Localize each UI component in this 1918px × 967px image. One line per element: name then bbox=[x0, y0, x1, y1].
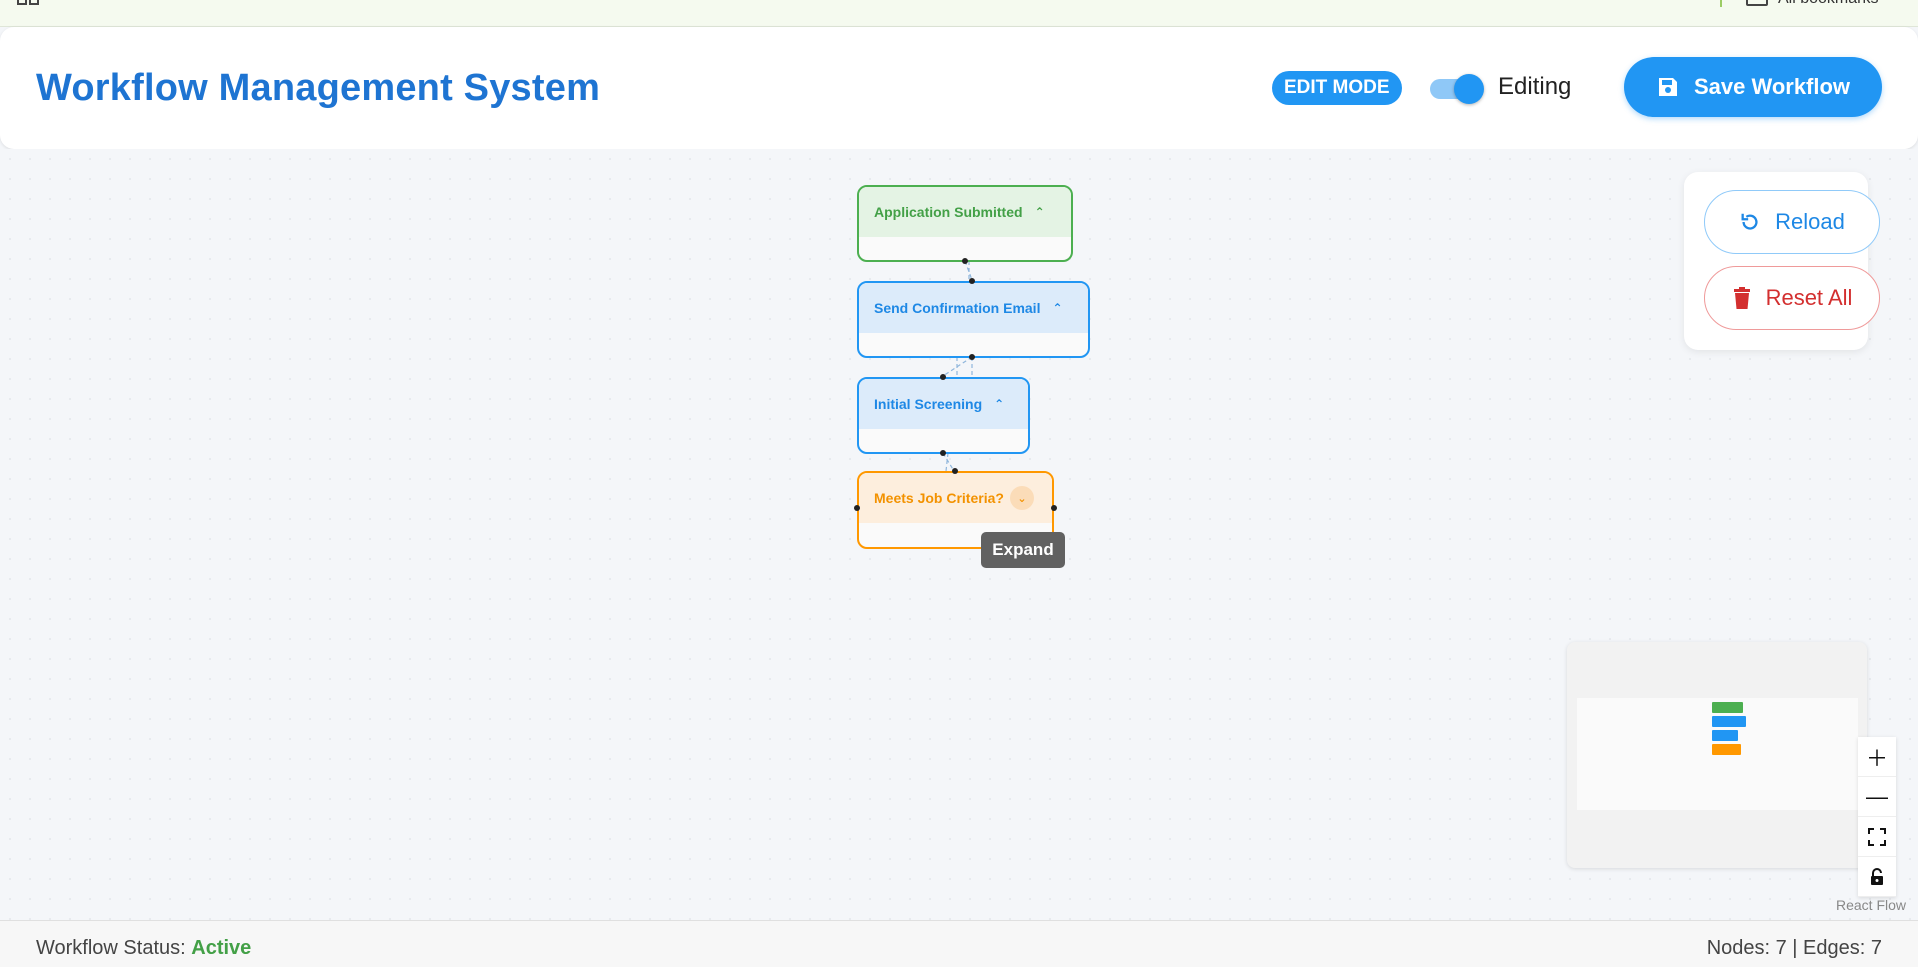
edge bbox=[945, 452, 949, 472]
reload-label: Reload bbox=[1775, 209, 1845, 234]
reset-all-button[interactable]: Reset All bbox=[1704, 266, 1880, 330]
reload-button[interactable]: Reload bbox=[1704, 190, 1880, 254]
minimap-node bbox=[1712, 744, 1741, 755]
workflow-node-application-submitted[interactable]: Application Submitted ⌃ bbox=[857, 185, 1073, 262]
node-handle[interactable] bbox=[962, 258, 968, 264]
expand-tooltip: Expand bbox=[981, 532, 1065, 568]
page-title: Workflow Management System bbox=[36, 67, 601, 109]
toggle-thumb bbox=[1454, 74, 1484, 104]
node-label: Application Submitted bbox=[874, 204, 1023, 220]
plus-icon[interactable]: ＋ bbox=[1858, 737, 1896, 777]
workflow-status: Workflow Status: Active bbox=[36, 937, 251, 960]
collapse-chevron-icon[interactable]: ⌃ bbox=[994, 397, 1004, 411]
node-header: Application Submitted ⌃ bbox=[859, 187, 1071, 237]
collapse-chevron-icon[interactable]: ⌃ bbox=[1052, 301, 1062, 315]
edit-mode-badge: EDIT MODE bbox=[1272, 71, 1402, 105]
node-handle[interactable] bbox=[854, 505, 860, 511]
react-flow-attribution[interactable]: React Flow bbox=[1836, 897, 1906, 913]
workflow-node-send-confirmation-email[interactable]: Send Confirmation Email ⌃ bbox=[857, 281, 1090, 358]
reset-all-label: Reset All bbox=[1765, 285, 1853, 310]
save-icon bbox=[1658, 78, 1677, 96]
save-label: Save Workflow bbox=[1693, 74, 1851, 99]
minimap-node bbox=[1712, 730, 1738, 741]
node-handle[interactable] bbox=[952, 468, 958, 474]
status-bar: Workflow Status: Active Nodes: 7 | Edges… bbox=[0, 920, 1918, 967]
node-handle[interactable] bbox=[1051, 505, 1057, 511]
node-label: Send Confirmation Email bbox=[874, 300, 1041, 316]
node-handle[interactable] bbox=[940, 374, 946, 380]
node-handle[interactable] bbox=[969, 354, 975, 360]
node-handle[interactable] bbox=[940, 450, 946, 456]
edit-mode-toggle[interactable] bbox=[1430, 73, 1486, 104]
node-label: Meets Job Criteria? bbox=[874, 490, 1004, 506]
node-header: Send Confirmation Email ⌃ bbox=[859, 283, 1088, 333]
lock-icon[interactable] bbox=[1858, 857, 1896, 897]
minimap-node bbox=[1712, 702, 1743, 713]
fit-view-icon[interactable] bbox=[1858, 817, 1896, 857]
workflow-stats: Nodes: 7 | Edges: 7 bbox=[1706, 937, 1882, 959]
bookmarks-bar: All bookmarks bbox=[0, 0, 1918, 27]
flow-minimap[interactable] bbox=[1567, 642, 1867, 868]
toggle-label: Editing bbox=[1498, 73, 1572, 100]
flow-canvas[interactable]: Application Submitted ⌃ Send Confirmatio… bbox=[0, 149, 1918, 920]
node-label: Initial Screening bbox=[874, 396, 983, 412]
node-handle[interactable] bbox=[969, 278, 975, 284]
expand-chevron-icon[interactable]: ⌄ bbox=[1009, 486, 1034, 510]
status-label: Workflow Status: bbox=[36, 937, 186, 959]
folder-icon bbox=[1746, 0, 1768, 6]
minus-icon[interactable]: — bbox=[1858, 777, 1896, 817]
action-panel: Reload Reset All bbox=[1684, 172, 1880, 350]
minimap-node bbox=[1712, 716, 1746, 727]
all-bookmarks-button[interactable]: All bookmarks bbox=[1746, 0, 1878, 8]
workflow-node-initial-screening[interactable]: Initial Screening ⌃ bbox=[857, 377, 1030, 454]
save-workflow-button[interactable]: Save Workflow bbox=[1624, 57, 1882, 117]
minimap-viewport bbox=[1577, 698, 1858, 810]
app-header: Workflow Management System EDIT MODE Edi… bbox=[0, 27, 1918, 149]
node-header: Initial Screening ⌃ bbox=[859, 379, 1028, 429]
flow-controls: ＋ — bbox=[1858, 737, 1896, 897]
all-bookmarks-label: All bookmarks bbox=[1778, 0, 1878, 8]
status-value: Active bbox=[191, 937, 252, 959]
trash-icon bbox=[1733, 287, 1750, 309]
collapse-chevron-icon[interactable]: ⌃ bbox=[1035, 205, 1045, 219]
node-header: Meets Job Criteria? ⌄ bbox=[859, 473, 1052, 523]
reload-icon bbox=[1741, 213, 1758, 230]
apps-grid-icon[interactable] bbox=[17, 0, 39, 6]
bookmark-separator bbox=[1720, 0, 1722, 7]
